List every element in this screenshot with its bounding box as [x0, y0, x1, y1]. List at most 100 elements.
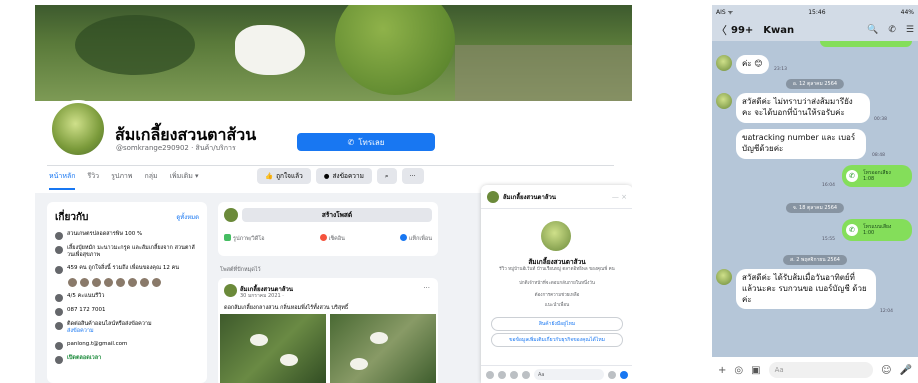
image-icon[interactable]	[510, 370, 518, 379]
thumbs-up-icon: 👍	[265, 172, 274, 180]
clock: 15:46	[808, 8, 826, 16]
line-chat-window: AIS ᯤ 15:46 44% 〈 99+ Kwan 🔍 ✆ ☰ ค่ะ 😊 2…	[712, 5, 918, 383]
mail-icon	[55, 341, 63, 350]
messenger-header[interactable]: ส้มเกลี้ยงสวนตาส้วน — ×	[481, 185, 632, 209]
mic-icon[interactable]: 🎤	[900, 365, 912, 376]
page-avatar[interactable]	[49, 100, 107, 158]
liked-button[interactable]: 👍 ถูกใจแล้ว	[257, 168, 311, 184]
feed-column: สร้างโพสต์ รูปภาพ/วิดีโอ เช็คอิน แท็กเพื…	[218, 202, 438, 383]
phone-icon[interactable]: ✆	[888, 25, 896, 35]
messenger-input[interactable]: Aa	[534, 369, 604, 380]
post-photo-2[interactable]	[330, 314, 436, 383]
outgoing-bubble	[820, 41, 912, 47]
incoming-message: สวัสดีค่ะ ได้รับส้มเมื่อวันอาทิตย์ที่ แล…	[736, 269, 876, 310]
messenger-page-name: ส้มเกลี้ยงสวนตาส้วน	[528, 258, 586, 266]
phone-icon: ✆	[347, 137, 355, 147]
page-handle: @somkrange290902 · สินค้า/บริการ	[116, 144, 236, 152]
cover-photo	[35, 5, 632, 101]
about-row: เปิดตลอดเวลา	[55, 355, 199, 364]
camera-icon[interactable]: ◎	[734, 365, 743, 376]
quick-reply[interactable]: ขอข้อมูลเพิ่มเติมเกี่ยวกับธุรกิจของคุณได…	[491, 333, 623, 347]
phone-icon	[55, 307, 63, 316]
contact-avatar[interactable]	[716, 93, 732, 109]
about-row: ติดต่อสินค้าออนไลน์หรือส่งข้อความ ส่งข้อค…	[55, 321, 199, 336]
send-message-button[interactable]: ● ส่งข้อความ	[315, 168, 372, 184]
image-icon[interactable]: ▣	[751, 365, 760, 376]
tab-groups[interactable]: กลุ่ม	[144, 171, 157, 190]
incoming-message: ขอtracking number และ เบอร์บัญชีด้วยค่ะ	[736, 129, 866, 159]
tab-reviews[interactable]: รีวิว	[87, 171, 99, 190]
unread-count[interactable]: 99+	[731, 25, 753, 36]
send-message-link[interactable]: ส่งข้อความ	[67, 328, 94, 334]
post-menu-icon[interactable]: ···	[423, 284, 430, 292]
date-separator: จ. 18 ตุลาคม 2564	[785, 203, 845, 213]
photo-video-action[interactable]: รูปภาพ/วิดีโอ	[224, 234, 265, 243]
pinned-post: ส้มเกลี้ยงสวนตาส้วน 30 มกราคม 2021 · ···…	[218, 278, 438, 383]
about-row: 459 คน ถูกใจสิ่งนี้ รวมถึง เพื่อนของคุณ …	[55, 265, 199, 274]
sticker-icon[interactable]	[498, 370, 506, 379]
search-button[interactable]: ⌕	[376, 168, 397, 184]
message-input[interactable]: Aa	[768, 362, 874, 378]
like-icon	[55, 265, 63, 274]
incoming-message: ค่ะ 😊	[736, 55, 769, 74]
avatar	[487, 190, 499, 203]
star-icon	[55, 293, 63, 302]
message-time: 00:38	[874, 117, 887, 122]
contact-avatar[interactable]	[716, 55, 732, 71]
outgoing-call-bubble[interactable]: ✆ โทรออกเสียง 1:08	[842, 165, 912, 187]
friend-avatars	[67, 276, 199, 288]
create-post-actions: รูปภาพ/วิดีโอ เช็คอิน แท็กเพื่อน	[224, 234, 432, 243]
post-author-avatar[interactable]	[224, 284, 237, 297]
search-icon[interactable]: 🔍	[867, 25, 878, 35]
close-icon[interactable]: — ×	[612, 193, 627, 201]
carrier: AIS ᯤ	[716, 9, 734, 16]
more-icon: ···	[409, 172, 416, 180]
about-row: 087 172 7001	[55, 307, 199, 316]
emoji-icon[interactable]	[608, 370, 616, 379]
thumbs-up-icon[interactable]	[620, 370, 628, 379]
contact-avatar[interactable]	[716, 269, 732, 285]
gif-icon[interactable]	[522, 370, 530, 379]
plus-icon[interactable]	[486, 370, 494, 379]
facebook-page-window: ส้มเกลี้ยงสวนตาส้วน @somkrange290902 · ส…	[35, 5, 632, 383]
post-date[interactable]: 30 มกราคม 2021 ·	[240, 292, 284, 300]
messenger-avatar	[541, 221, 571, 251]
message-time: 23:13	[774, 67, 787, 72]
create-post-card: สร้างโพสต์ รูปภาพ/วิดีโอ เช็คอิน แท็กเพื…	[218, 202, 438, 256]
check-in-action[interactable]: เช็คอิน	[319, 234, 345, 243]
message-time: 12:04	[880, 309, 893, 314]
emoji-icon[interactable]: ☺	[881, 365, 891, 376]
tab-photos[interactable]: รูปภาพ	[111, 171, 132, 190]
messenger-info: ต้องการความช่วยเหลือ	[534, 293, 580, 298]
message-time: 15:55	[822, 237, 835, 242]
messenger-popup: ส้มเกลี้ยงสวนตาส้วน — × ส้มเกลี้ยงสวนตาส…	[481, 185, 632, 383]
plus-icon[interactable]: +	[718, 365, 726, 376]
about-see-all-link[interactable]: ดูทั้งหมด	[176, 212, 199, 222]
call-now-button[interactable]: ✆ โทรเลย	[297, 133, 435, 151]
clock-icon	[55, 355, 63, 364]
messenger-icon	[55, 321, 63, 330]
chat-header: 〈 99+ Kwan 🔍 ✆ ☰	[712, 19, 918, 41]
tab-home[interactable]: หน้าหลัก	[49, 171, 76, 190]
page-nav-tabs: หน้าหลัก รีวิว รูปภาพ กลุ่ม เพิ่มเติม ▾	[49, 171, 199, 190]
phone-icon: ✆	[846, 224, 858, 236]
post-photo-1[interactable]	[220, 314, 326, 383]
incoming-message: สวัสดีค่ะ ไม่ทราบว่าส่งส้มมารึยัง คะ จะไ…	[736, 93, 870, 123]
about-row: สวนเกษตรปลอดสารพิษ 100 %	[55, 231, 199, 240]
outgoing-call-bubble[interactable]: ✆ โทรแบบเสียง 1:00	[842, 219, 912, 241]
create-post-button[interactable]: สร้างโพสต์	[242, 208, 432, 222]
info-icon	[55, 232, 63, 240]
tab-more[interactable]: เพิ่มเติม ▾	[170, 171, 199, 190]
search-icon: ⌕	[384, 171, 389, 180]
avatar	[224, 208, 238, 222]
chat-history[interactable]: ค่ะ 😊 23:13 อ. 12 ตุลาคม 2564 สวัสดีค่ะ …	[712, 41, 918, 357]
status-bar: AIS ᯤ 15:46 44%	[712, 5, 918, 19]
more-options-button[interactable]: ···	[401, 168, 424, 184]
about-row: panlong.t@gmail.com	[55, 341, 199, 350]
menu-icon[interactable]: ☰	[906, 25, 914, 35]
back-icon[interactable]: 〈	[716, 22, 727, 38]
about-card: เกี่ยวกับ ดูทั้งหมด สวนเกษตรปลอดสารพิษ 1…	[47, 202, 207, 383]
quick-reply[interactable]: สินค้ายังมีอยู่ไหม	[491, 317, 623, 331]
tag-friends-action[interactable]: แท็กเพื่อน	[399, 234, 432, 243]
messenger-composer: Aa	[481, 365, 632, 383]
